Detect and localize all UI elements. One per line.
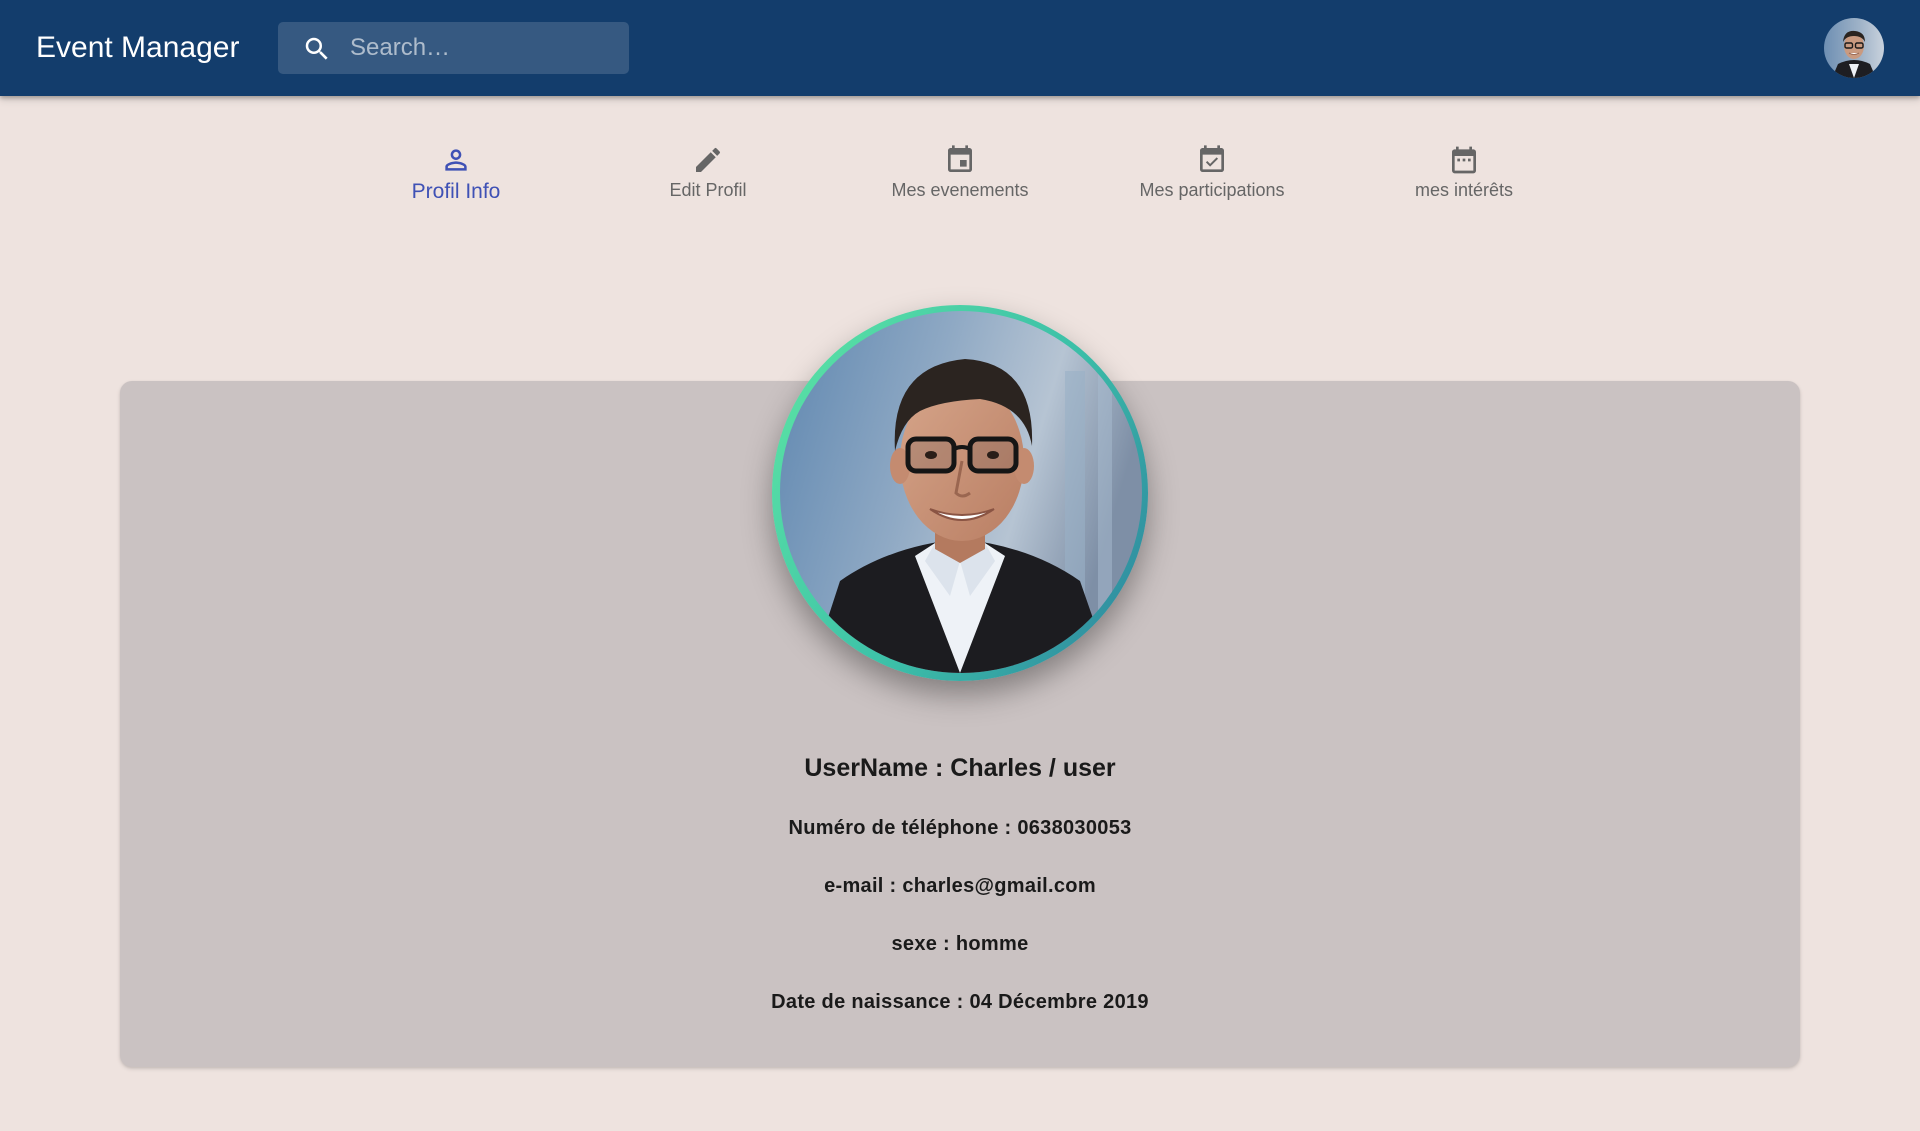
search-box[interactable] xyxy=(278,22,629,74)
birthdate-row: Date de naissance : 04 Décembre 2019 xyxy=(120,989,1800,1015)
profile-tabs: Profil Info Edit Profil Mes evenements M… xyxy=(0,136,1920,216)
tab-profil-info[interactable]: Profil Info xyxy=(330,136,582,216)
profile-photo xyxy=(780,311,1142,673)
profile-photo-frame xyxy=(772,305,1148,681)
app-title: Event Manager xyxy=(36,31,240,64)
calendar-dots-icon xyxy=(1452,146,1476,174)
username-value: Charles / user xyxy=(950,754,1116,782)
user-avatar[interactable] xyxy=(1824,18,1884,78)
person-icon xyxy=(445,149,467,171)
tab-label: Profil Info xyxy=(411,180,501,203)
birthdate-label: Date de naissance : xyxy=(771,991,964,1013)
tab-mes-participations[interactable]: Mes participations xyxy=(1086,136,1338,216)
tab-label: mes intérêts xyxy=(1414,180,1514,200)
user-avatar-image xyxy=(1824,18,1884,78)
search-input[interactable] xyxy=(350,22,620,74)
tab-label: Mes evenements xyxy=(891,180,1029,200)
sexe-row: sexe : homme xyxy=(120,931,1800,957)
phone-row: Numéro de téléphone : 0638030053 xyxy=(120,815,1800,841)
pencil-icon xyxy=(696,147,721,172)
app-bar: Event Manager xyxy=(0,0,1920,96)
calendar-check-icon xyxy=(1200,145,1224,172)
phone-label: Numéro de téléphone : xyxy=(788,817,1012,839)
tab-label: Mes participations xyxy=(1139,180,1285,200)
username-label: UserName : xyxy=(804,754,944,782)
username-row: UserName : Charles / user xyxy=(120,752,1800,784)
tab-mes-interets[interactable]: mes intérêts xyxy=(1338,136,1590,216)
profile-photo-image xyxy=(780,311,1142,673)
phone-value: 0638030053 xyxy=(1017,817,1132,839)
email-label: e-mail : xyxy=(824,875,897,897)
search-icon xyxy=(305,37,328,60)
sexe-label: sexe : xyxy=(891,933,951,955)
tab-edit-profil[interactable]: Edit Profil xyxy=(582,136,834,216)
tab-mes-evenements[interactable]: Mes evenements xyxy=(834,136,1086,216)
email-value: charles@gmail.com xyxy=(902,875,1096,897)
sexe-value: homme xyxy=(955,933,1029,955)
calendar-event-icon xyxy=(948,145,972,172)
email-row: e-mail : charles@gmail.com xyxy=(120,873,1800,899)
tab-label: Edit Profil xyxy=(669,180,747,200)
birthdate-value: 04 Décembre 2019 xyxy=(969,991,1149,1013)
